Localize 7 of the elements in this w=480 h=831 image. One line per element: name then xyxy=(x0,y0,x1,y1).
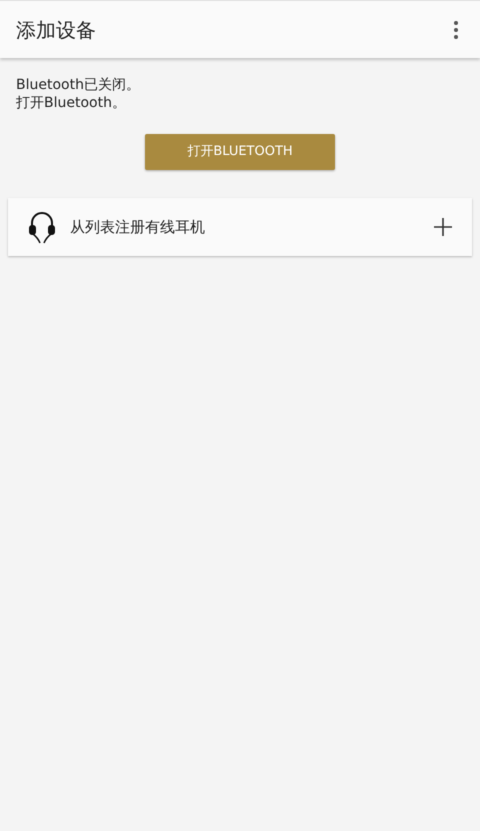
option-label: 从列表注册有线耳机 xyxy=(70,216,206,238)
app-bar-title: 添加设备 xyxy=(16,16,96,44)
headphones-icon xyxy=(28,210,56,244)
plus-icon[interactable] xyxy=(434,218,452,236)
status-message: 打开Bluetooth。 xyxy=(16,94,127,112)
list-option[interactable]: 从列表注册有线耳机 xyxy=(8,198,472,256)
status-message: Bluetooth已关闭。 xyxy=(16,76,141,94)
